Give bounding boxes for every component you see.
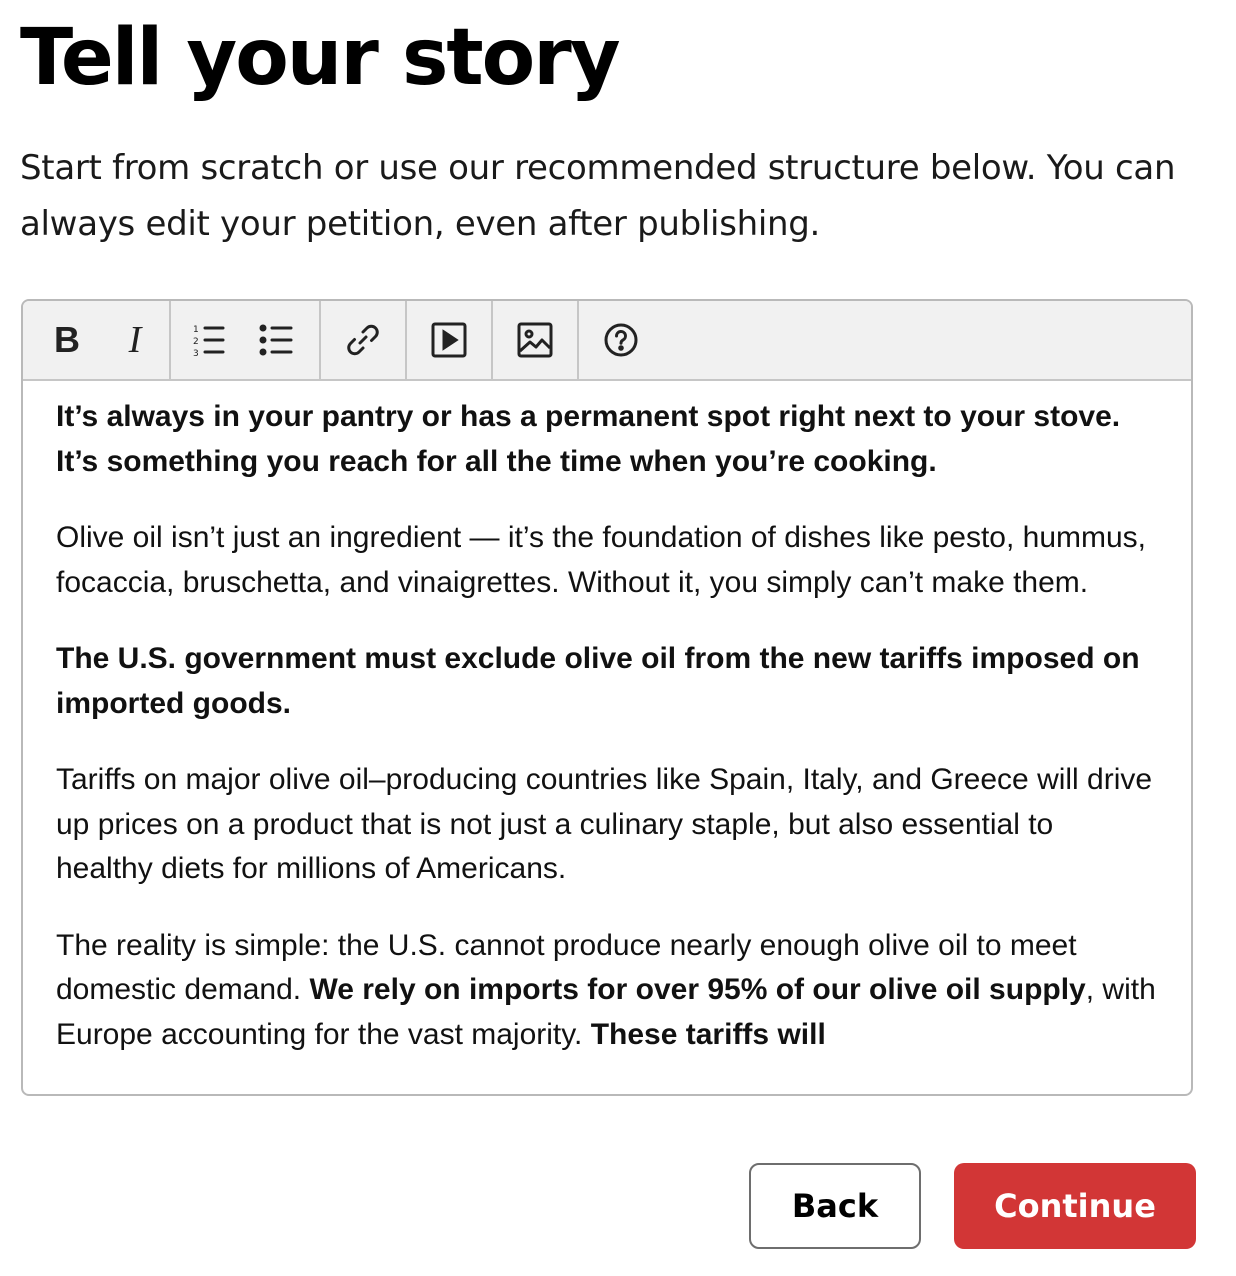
link-icon (347, 324, 379, 356)
back-button[interactable]: Back (749, 1163, 921, 1249)
story-paragraph: Olive oil isn’t just an ingredient — it’… (56, 521, 1147, 599)
video-button[interactable] (407, 302, 491, 378)
story-bold-text: It’s always in your pantry or has a perm… (56, 400, 1121, 478)
page-title: Tell your story (20, 13, 621, 103)
image-group (493, 301, 579, 379)
svg-text:3: 3 (193, 349, 199, 358)
story-bold-text: These tariffs will (590, 1017, 826, 1051)
bold-icon: B (54, 319, 80, 360)
page-intro: Start from scratch or use our recommende… (20, 148, 1176, 244)
svg-text:2: 2 (193, 337, 199, 347)
story-bold-text: We rely on imports for over 95% of our o… (309, 973, 1086, 1006)
help-group (579, 301, 663, 379)
svg-text:1: 1 (193, 325, 199, 335)
italic-icon: I (128, 319, 142, 361)
numbered-list-icon: 1 2 3 (193, 325, 225, 358)
story-paragraph: The reality is simple: the U.S. cannot p… (56, 924, 1157, 1058)
bulleted-list-icon (259, 324, 293, 356)
editor-toolbar: B I 1 2 3 (23, 301, 1191, 381)
help-icon (604, 323, 638, 357)
image-button[interactable] (493, 302, 577, 378)
format-group: B I (23, 301, 171, 379)
image-icon (517, 322, 553, 358)
story-paragraph: Tariffs on major olive oil–producing cou… (56, 763, 1153, 885)
list-group: 1 2 3 (171, 301, 321, 379)
continue-button[interactable]: Continue (954, 1163, 1196, 1249)
link-group (321, 301, 407, 379)
story-editor[interactable]: B I 1 2 3 It’s always in your pantry or … (21, 299, 1193, 1096)
video-group (407, 301, 493, 379)
story-text-area[interactable]: It’s always in your pantry or has a perm… (23, 381, 1191, 1057)
italic-button[interactable]: I (101, 302, 169, 378)
bulleted-list-button[interactable] (243, 302, 311, 378)
numbered-list-button[interactable]: 1 2 3 (175, 302, 243, 378)
story-paragraph: It’s always in your pantry or has a perm… (56, 395, 1157, 484)
bold-button[interactable]: B (33, 302, 101, 378)
story-bold-text: The U.S. government must exclude olive o… (56, 642, 1140, 720)
help-button[interactable] (579, 302, 663, 378)
story-paragraph: The U.S. government must exclude olive o… (56, 637, 1157, 726)
link-button[interactable] (321, 302, 405, 378)
video-icon (431, 322, 467, 358)
